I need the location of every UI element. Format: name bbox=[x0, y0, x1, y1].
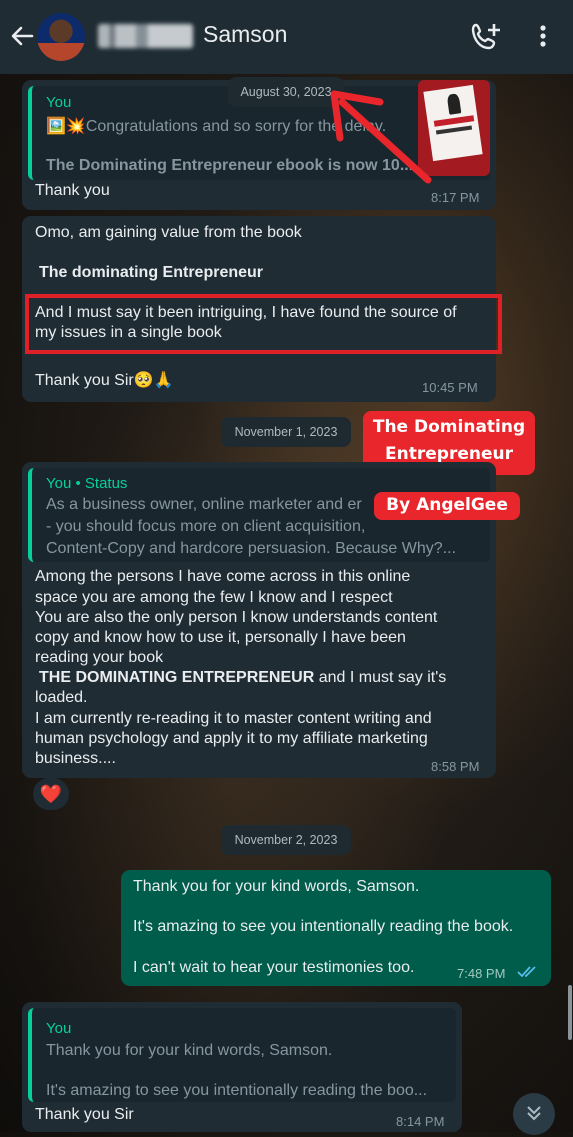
message-text: Thank you Sir bbox=[35, 1106, 134, 1123]
quote-text: As a business owner, online marketer and… bbox=[46, 496, 362, 513]
scrollbar[interactable] bbox=[568, 985, 572, 1040]
overlay-byline-label: By AngelGee bbox=[374, 492, 520, 520]
message-text: Thank you Sir🥺🙏 bbox=[35, 372, 174, 389]
quote-sender: You bbox=[46, 94, 72, 111]
chat-header: Samson bbox=[0, 0, 573, 74]
message-text: loaded. bbox=[35, 689, 88, 706]
add-call-icon[interactable] bbox=[470, 20, 504, 52]
redacted-name bbox=[98, 24, 193, 48]
message-text: Thank you bbox=[35, 182, 110, 199]
message-time: 7:48 PM bbox=[457, 966, 506, 981]
more-options-icon[interactable] bbox=[534, 20, 552, 52]
message-text: business.... bbox=[35, 750, 116, 767]
highlight-box-annotation bbox=[25, 294, 502, 354]
quote-text: It's amazing to see you intentionally re… bbox=[46, 1082, 428, 1099]
message-text: It's amazing to see you intentionally re… bbox=[133, 918, 514, 935]
sent-message-bubble[interactable]: Thank you for your kind words, Samson. I… bbox=[121, 870, 551, 986]
message-text: I can't wait to hear your testimonies to… bbox=[133, 959, 415, 976]
message-time: 8:17 PM bbox=[431, 190, 480, 205]
scroll-down-icon[interactable] bbox=[513, 1093, 555, 1135]
back-arrow-icon[interactable] bbox=[8, 20, 36, 52]
contact-avatar[interactable] bbox=[37, 13, 85, 61]
message-text: Omo, am gaining value from the book bbox=[35, 224, 302, 241]
message-time: 10:45 PM bbox=[422, 380, 478, 395]
contact-name[interactable]: Samson bbox=[203, 21, 287, 48]
message-bubble[interactable]: You Thank you for your kind words, Samso… bbox=[22, 1002, 462, 1132]
quote-sender: You • Status bbox=[46, 475, 128, 492]
read-receipt-icon bbox=[517, 964, 539, 985]
message-text: reading your book bbox=[35, 649, 164, 666]
message-text: space you are among the few I know and I… bbox=[35, 589, 393, 606]
red-arrow-annotation bbox=[330, 90, 432, 184]
quote-sender: You bbox=[46, 1020, 72, 1037]
message-text: human psychology and apply it to my affi… bbox=[35, 730, 428, 747]
message-time: 8:14 PM bbox=[396, 1114, 445, 1129]
message-text: Thank you for your kind words, Samson. bbox=[133, 878, 420, 895]
quoted-message[interactable]: You Thank you for your kind words, Samso… bbox=[28, 1008, 456, 1102]
message-text: copy and know how to use it, personally … bbox=[35, 629, 406, 646]
quote-text: - you should focus more on client acquis… bbox=[46, 518, 366, 535]
date-divider: November 1, 2023 bbox=[221, 417, 351, 447]
message-time: 8:58 PM bbox=[431, 759, 480, 774]
message-text: Among the persons I have come across in … bbox=[35, 568, 411, 585]
message-text: THE DOMINATING ENTREPRENEUR and I must s… bbox=[39, 669, 447, 686]
message-text: You are also the only person I know unde… bbox=[35, 609, 438, 626]
heart-reaction[interactable]: ❤️ bbox=[33, 778, 69, 810]
date-divider: November 2, 2023 bbox=[221, 825, 351, 855]
quote-text: Content-Copy and hardcore persuasion. Be… bbox=[46, 540, 457, 557]
message-text: I am currently re-reading it to master c… bbox=[35, 710, 432, 727]
message-text: The dominating Entrepreneur bbox=[39, 264, 264, 281]
quote-text: Thank you for your kind words, Samson. bbox=[46, 1042, 333, 1059]
